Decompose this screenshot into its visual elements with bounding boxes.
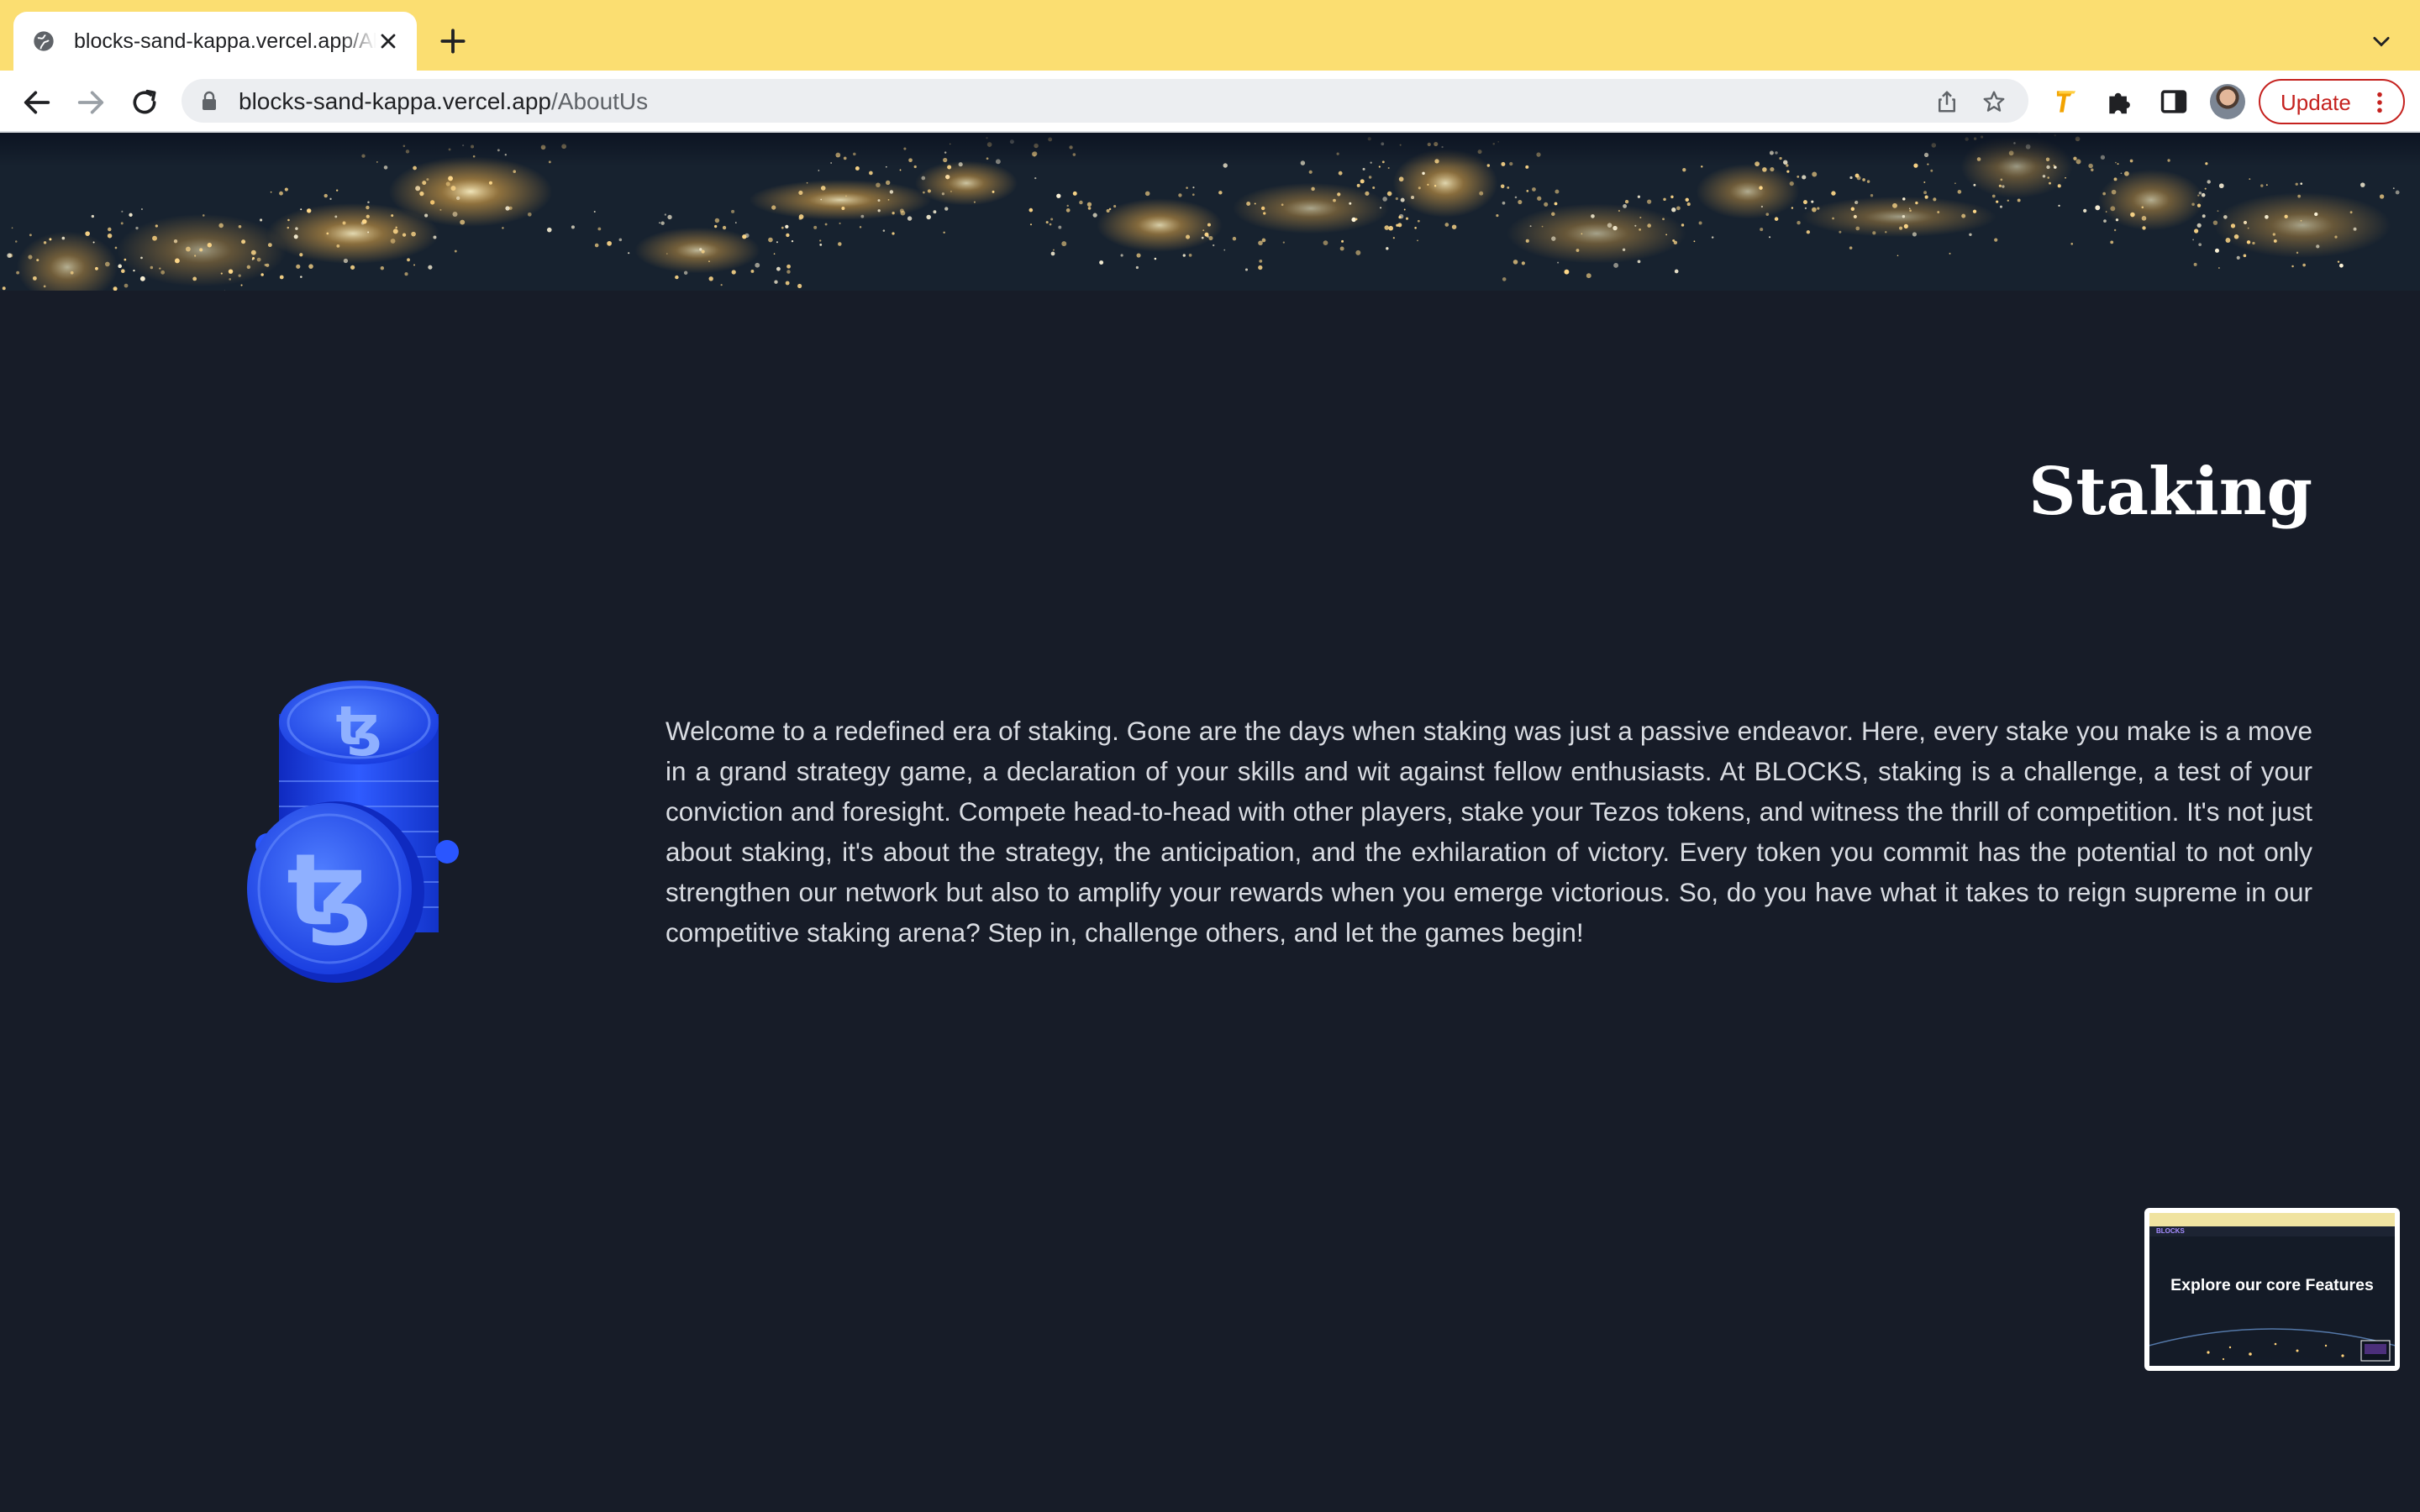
address-bar[interactable]: blocks-sand-kappa.vercel.app/AboutUs bbox=[182, 79, 2028, 123]
svg-text:ꜩ: ꜩ bbox=[336, 696, 382, 758]
thumbnail-caption: Explore our core Features bbox=[2170, 1276, 2374, 1294]
tezos-coin-stack-image: ꜩ ꜩ bbox=[247, 680, 459, 983]
share-icon[interactable] bbox=[1934, 89, 1960, 114]
browser-toolbar: blocks-sand-kappa.vercel.app/AboutUs Upd… bbox=[0, 71, 2420, 133]
chevron-down-icon[interactable] bbox=[2368, 30, 2395, 54]
tab-title: blocks-sand-kappa.vercel.app/AboutUs bbox=[74, 29, 376, 53]
thumbnail-screen: BLOCKS Explore our core Features bbox=[2149, 1213, 2395, 1366]
kebab-menu-icon[interactable] bbox=[2375, 91, 2385, 114]
svg-text:ꜩ: ꜩ bbox=[287, 832, 371, 948]
update-button[interactable]: Update bbox=[2259, 79, 2405, 124]
reload-icon[interactable] bbox=[128, 86, 161, 119]
sidepanel-icon[interactable] bbox=[2158, 86, 2190, 118]
url-text[interactable]: blocks-sand-kappa.vercel.app/AboutUs bbox=[239, 88, 648, 115]
hero-banner-image bbox=[0, 133, 2420, 291]
thumbnail-logo: BLOCKS bbox=[2156, 1227, 2185, 1235]
update-label: Update bbox=[2281, 90, 2351, 115]
earth-image bbox=[2149, 1322, 2395, 1366]
puzzle-icon[interactable] bbox=[2104, 86, 2136, 118]
star-icon[interactable] bbox=[1981, 89, 2007, 114]
lock-icon[interactable] bbox=[200, 91, 218, 111]
arrow-left-icon[interactable] bbox=[20, 86, 54, 119]
key-extension-icon[interactable] bbox=[2050, 86, 2082, 118]
globe-icon bbox=[34, 31, 54, 51]
feature-preview-thumbnail[interactable]: BLOCKS Explore our core Features bbox=[2144, 1208, 2400, 1371]
profile-avatar[interactable] bbox=[2210, 84, 2245, 119]
staking-description: Welcome to a redefined era of staking. G… bbox=[666, 716, 2312, 948]
arrow-right-icon[interactable] bbox=[74, 86, 108, 119]
plus-icon[interactable] bbox=[437, 25, 469, 57]
close-icon[interactable] bbox=[376, 29, 400, 53]
thumbnail-nav bbox=[2149, 1226, 2395, 1236]
tab-strip: blocks-sand-kappa.vercel.app/AboutUs bbox=[0, 0, 2420, 71]
thumbnail-chrome bbox=[2149, 1213, 2395, 1226]
browser-tab[interactable]: blocks-sand-kappa.vercel.app/AboutUs bbox=[13, 12, 417, 71]
page-title: Staking bbox=[2028, 454, 2312, 530]
